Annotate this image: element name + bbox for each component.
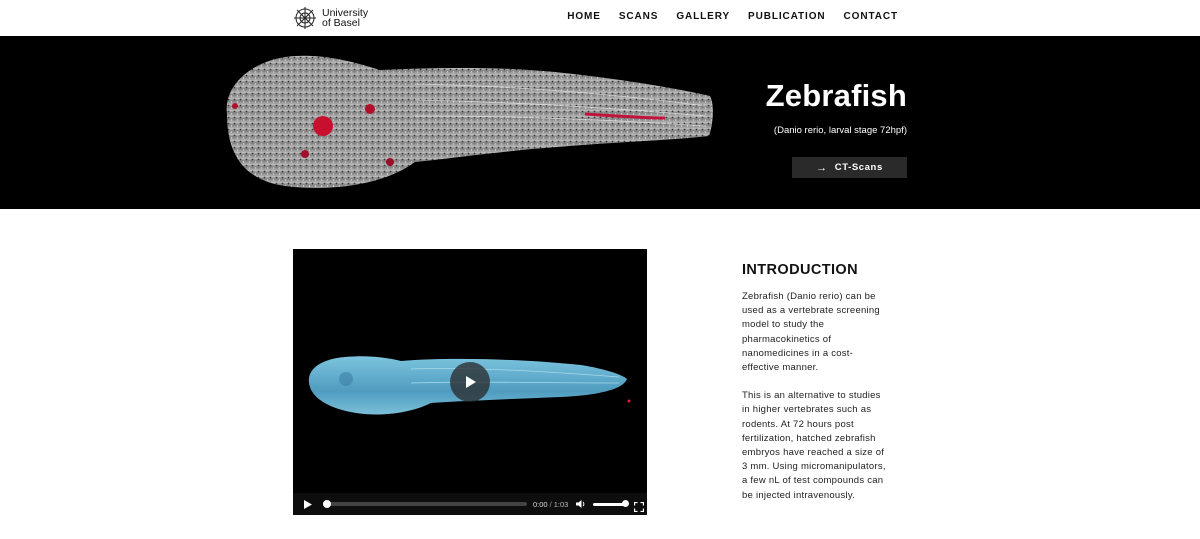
volume-icon [576,500,585,508]
page-title: Zebrafish [765,78,907,113]
logo-line-2: of Basel [322,17,360,29]
fullscreen-icon [634,501,645,513]
main-nav: HOME SCANS GALLERY PUBLICATION CONTACT [549,11,898,22]
mute-button[interactable] [576,499,586,509]
basel-emblem-icon [294,7,316,29]
page-subtitle: (Danio rerio, larval stage 72hpf) [773,125,907,136]
play-icon [304,499,312,509]
nav-home[interactable]: HOME [567,11,601,22]
play-icon [466,376,476,388]
arrow-right-icon: → [816,161,828,174]
volume-handle[interactable] [622,500,630,507]
video-controls: 0:00/1:03 [293,493,647,515]
video-player[interactable]: 0:00/1:03 [293,249,647,515]
nav-scans[interactable]: SCANS [619,11,659,22]
play-pause-button[interactable] [302,498,314,510]
introduction-paragraph-1: Zebrafish (Danio rerio) can be used as a… [742,291,880,374]
hero-banner: Zebrafish (Danio rerio, larval stage 72h… [0,36,1200,209]
progress-bar[interactable] [323,500,527,508]
site-header: University of Basel HOME SCANS GALLERY P… [0,0,1200,36]
nav-gallery[interactable]: GALLERY [676,11,730,22]
progress-scrubber[interactable] [323,500,331,508]
introduction-section: INTRODUCTION Zebrafish (Danio rerio) can… [742,262,887,503]
nav-contact[interactable]: CONTACT [844,11,898,22]
university-logo[interactable]: University of Basel [293,4,368,32]
time-display: 0:00/1:03 [533,500,568,509]
duration: 1:03 [553,499,569,509]
introduction-heading: INTRODUCTION [742,262,858,278]
nav-publication[interactable]: PUBLICATION [748,11,826,22]
time-separator: / [549,499,552,509]
big-play-button[interactable] [450,362,490,402]
fullscreen-button[interactable] [634,499,645,513]
volume-slider[interactable] [593,500,630,507]
introduction-paragraph-2: This is an alternative to studies in hig… [742,390,886,501]
logo-wordmark: University of Basel [322,7,368,29]
zebrafish-scan-image [226,55,713,188]
current-time: 0:00 [533,499,548,509]
ct-scans-button[interactable]: → CT-Scans [792,157,907,178]
ct-scans-label: CT-Scans [834,162,883,173]
